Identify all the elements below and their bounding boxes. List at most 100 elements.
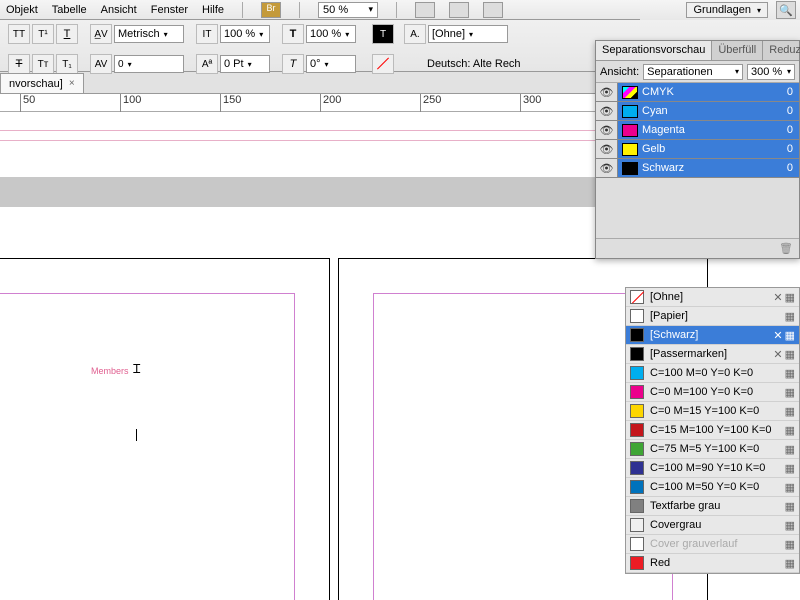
visibility-eye-icon[interactable]: 👁 [596,83,618,101]
search-icon[interactable]: 🔍 [776,1,796,19]
swatch-row[interactable]: C=100 M=90 Y=10 K=0▦ [626,459,799,478]
visibility-eye-icon[interactable]: 👁 [596,102,618,120]
ruler-tick: 100 [120,94,141,112]
separation-row[interactable]: 👁 CMYK 0 [596,83,799,102]
page-left[interactable]: Members Ꮖ [0,258,330,600]
document-tab[interactable]: nvorschau] × [0,73,84,93]
menu-fenster[interactable]: Fenster [151,4,188,16]
menu-objekt[interactable]: Objekt [6,4,38,16]
swatch-box [630,518,644,532]
kerning-field[interactable]: Metrisch [114,25,184,43]
menu-tabelle[interactable]: Tabelle [52,4,87,16]
swatch-box [630,556,644,570]
separation-row[interactable]: 👁Schwarz0 [596,159,799,178]
hscale-field[interactable]: 100 % [306,25,356,43]
swatch-row[interactable]: C=100 M=50 Y=0 K=0▦ [626,478,799,497]
swatch-row[interactable]: C=0 M=100 Y=0 K=0 ▦ [626,383,799,402]
small-caps-button[interactable]: T¹ [32,24,54,44]
swatch-name: [Ohne] [650,291,683,303]
ink-value: 0 [787,124,799,136]
char-style-icon: A. [404,24,426,44]
swatch-row[interactable]: Cover grauverlauf▦ [626,535,799,554]
bridge-icon[interactable]: Br [261,2,281,18]
superscript-button[interactable]: TT [8,24,30,44]
ink-swatch [622,162,638,175]
tab-separations[interactable]: Separationsvorschau [596,41,712,60]
separation-row[interactable]: 👁Cyan0 [596,102,799,121]
visibility-eye-icon[interactable]: 👁 [596,159,618,177]
hscale-icon: T [282,24,304,44]
ink-swatch [622,86,638,99]
separation-row[interactable]: 👁Gelb0 [596,140,799,159]
swatch-row[interactable]: C=0 M=15 Y=100 K=0▦ [626,402,799,421]
tab-trap[interactable]: Überfüll [712,41,763,60]
swatch-row[interactable]: C=75 M=5 Y=100 K=0▦ [626,440,799,459]
preview-zoom-field[interactable]: 300 % [747,64,795,80]
color-type-icon: ▦ [785,386,795,399]
swatch-row[interactable]: [Schwarz]✕▦ [626,326,799,345]
baseline-field[interactable]: 0 Pt [220,55,270,73]
allcaps-button[interactable]: Tᴛ [32,54,54,74]
language-field[interactable]: Deutsch: Alte Rech [424,55,534,73]
swatch-box [630,404,644,418]
baseline-icon: Aª [196,54,218,74]
underline-button[interactable]: T [56,24,78,44]
swatch-box [630,423,644,437]
color-type-icon: ▦ [785,462,795,475]
tab-flatten[interactable]: Reduzie [763,41,800,60]
swatch-name: C=75 M=5 Y=100 K=0 [650,443,759,455]
workspace-switcher-area: Grundlagen▾ 🔍 [640,0,800,20]
color-type-icon: ▦ [785,519,795,532]
strikethrough-button[interactable]: T [8,54,30,74]
text-caret [136,429,137,441]
swatch-name: C=0 M=100 Y=0 K=0 [650,386,753,398]
menu-ansicht[interactable]: Ansicht [101,4,137,16]
ink-name: CMYK [642,86,674,98]
swatch-row[interactable]: C=15 M=100 Y=100 K=0▦ [626,421,799,440]
workspace-dropdown[interactable]: Grundlagen▾ [686,2,768,18]
char-style-field[interactable]: [Ohne] [428,25,508,43]
swatch-row[interactable]: Textfarbe grau▦ [626,497,799,516]
locked-icon: ✕ [773,348,782,361]
view-mode-icon[interactable] [415,2,435,18]
ink-swatch [622,124,638,137]
menu-hilfe[interactable]: Hilfe [202,4,224,16]
swatch-row[interactable]: [Papier]▦ [626,307,799,326]
swatch-box [630,290,644,304]
close-icon[interactable]: × [69,78,75,89]
separation-row[interactable]: 👁 Magenta 0 [596,121,799,140]
tracking-field[interactable]: 0 [114,55,184,73]
swatch-name: C=100 M=50 Y=0 K=0 [650,481,759,493]
ink-value: 0 [787,86,799,98]
text-members[interactable]: Members [91,366,129,376]
swatch-row[interactable]: [Passermarken]✕▦ [626,345,799,364]
swatch-name: C=100 M=0 Y=0 K=0 [650,367,753,379]
ink-name: Magenta [642,124,685,136]
stroke-color-icon[interactable] [372,54,394,74]
swatch-name: C=15 M=100 Y=100 K=0 [650,424,772,436]
swatch-row[interactable]: [Ohne]✕▦ [626,288,799,307]
swatch-row[interactable]: C=100 M=0 Y=0 K=0▦ [626,364,799,383]
color-type-icon: ▦ [785,329,795,342]
swatch-row[interactable]: Red▦ [626,554,799,573]
arrange-icon[interactable] [483,2,503,18]
ink-value: 0 [787,162,799,174]
visibility-eye-icon[interactable]: 👁 [596,121,618,139]
zoom-level-field[interactable]: 50 % [318,2,378,18]
screen-mode-icon[interactable] [449,2,469,18]
visibility-eye-icon[interactable]: 👁 [596,140,618,158]
color-type-icon: ▦ [785,557,795,570]
vscale-field[interactable]: 100 % [220,25,270,43]
color-type-icon: ▦ [785,291,795,304]
skew-field[interactable]: 0° [306,55,356,73]
fill-color-icon[interactable]: T [372,24,394,44]
ink-value: 0 [787,105,799,117]
swatch-row[interactable]: Covergrau▦ [626,516,799,535]
trash-icon[interactable]: 🗑 [779,242,793,255]
subscript-button[interactable]: T₁ [56,54,78,74]
ruler-tick: 300 [520,94,541,112]
swatch-box [630,347,644,361]
ruler-tick: 200 [320,94,341,112]
ansicht-dropdown[interactable]: Separationen [643,64,743,80]
ansicht-label: Ansicht: [600,66,639,78]
